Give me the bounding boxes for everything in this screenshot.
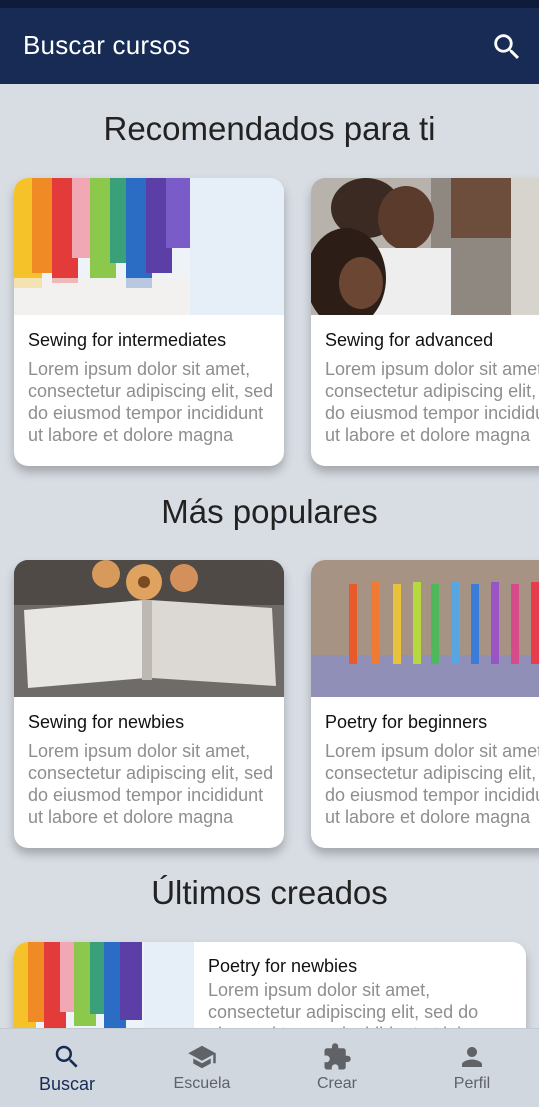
section-title-latest: Últimos creados: [151, 874, 388, 911]
course-image-paint: [14, 942, 194, 1028]
course-card[interactable]: Sewing for newbies Lorem ipsum dolor sit…: [14, 560, 284, 848]
nav-item-escuela[interactable]: Escuela: [135, 1029, 269, 1107]
section-title-recommended: Recomendados para ti: [103, 110, 436, 147]
course-title: Poetry for beginners: [325, 712, 488, 732]
course-description: Lorem ipsum dolor sit amet, consectetur …: [325, 359, 539, 445]
bottom-navigation: Buscar Escuela Crear Perfil: [0, 1028, 539, 1107]
course-description: Lorem ipsum dolor sit amet, consectetur …: [28, 741, 274, 827]
page-title: Buscar cursos: [23, 30, 191, 60]
course-image-book: [14, 560, 284, 697]
course-card[interactable]: Sewing for advanced Lorem ipsum dolor si…: [311, 178, 539, 466]
course-description: Lorem ipsum dolor sit amet, consectetur …: [208, 980, 493, 1028]
nav-item-crear[interactable]: Crear: [270, 1029, 404, 1107]
nav-item-buscar[interactable]: Buscar: [0, 1029, 134, 1107]
section-title-popular: Más populares: [161, 493, 378, 530]
status-bar: [0, 0, 539, 8]
course-image-paint: [14, 178, 284, 315]
course-description: Lorem ipsum dolor sit amet, consectetur …: [28, 359, 274, 445]
nav-label: Perfil: [453, 1075, 491, 1092]
person-icon: [462, 1047, 482, 1067]
nav-label: Escuela: [173, 1075, 231, 1092]
search-icon[interactable]: [490, 30, 524, 64]
nav-item-perfil[interactable]: Perfil: [405, 1029, 539, 1107]
course-card[interactable]: Sewing for intermediates Lorem ipsum dol…: [14, 178, 284, 466]
course-description: Lorem ipsum dolor sit amet, consectetur …: [325, 741, 539, 827]
search-icon: [55, 1045, 78, 1068]
main-content[interactable]: Recomendados para ti Sewing for intermed…: [0, 84, 539, 1028]
course-card-wide[interactable]: Poetry for newbies Lorem ipsum dolor sit…: [14, 942, 526, 1028]
course-title: Poetry for newbies: [208, 956, 358, 976]
course-title: Sewing for newbies: [28, 712, 185, 732]
app-bar: Buscar cursos: [0, 8, 539, 84]
course-title: Sewing for advanced: [325, 330, 494, 350]
nav-label: Buscar: [38, 1074, 96, 1094]
course-title: Sewing for intermediates: [28, 330, 227, 350]
course-image-lab: [311, 178, 539, 315]
puzzle-icon: [324, 1043, 351, 1070]
nav-label: Crear: [316, 1075, 357, 1092]
course-image-crayons: [311, 560, 539, 697]
school-icon: [188, 1045, 216, 1069]
course-card[interactable]: Poetry for beginners Lorem ipsum dolor s…: [311, 560, 539, 848]
